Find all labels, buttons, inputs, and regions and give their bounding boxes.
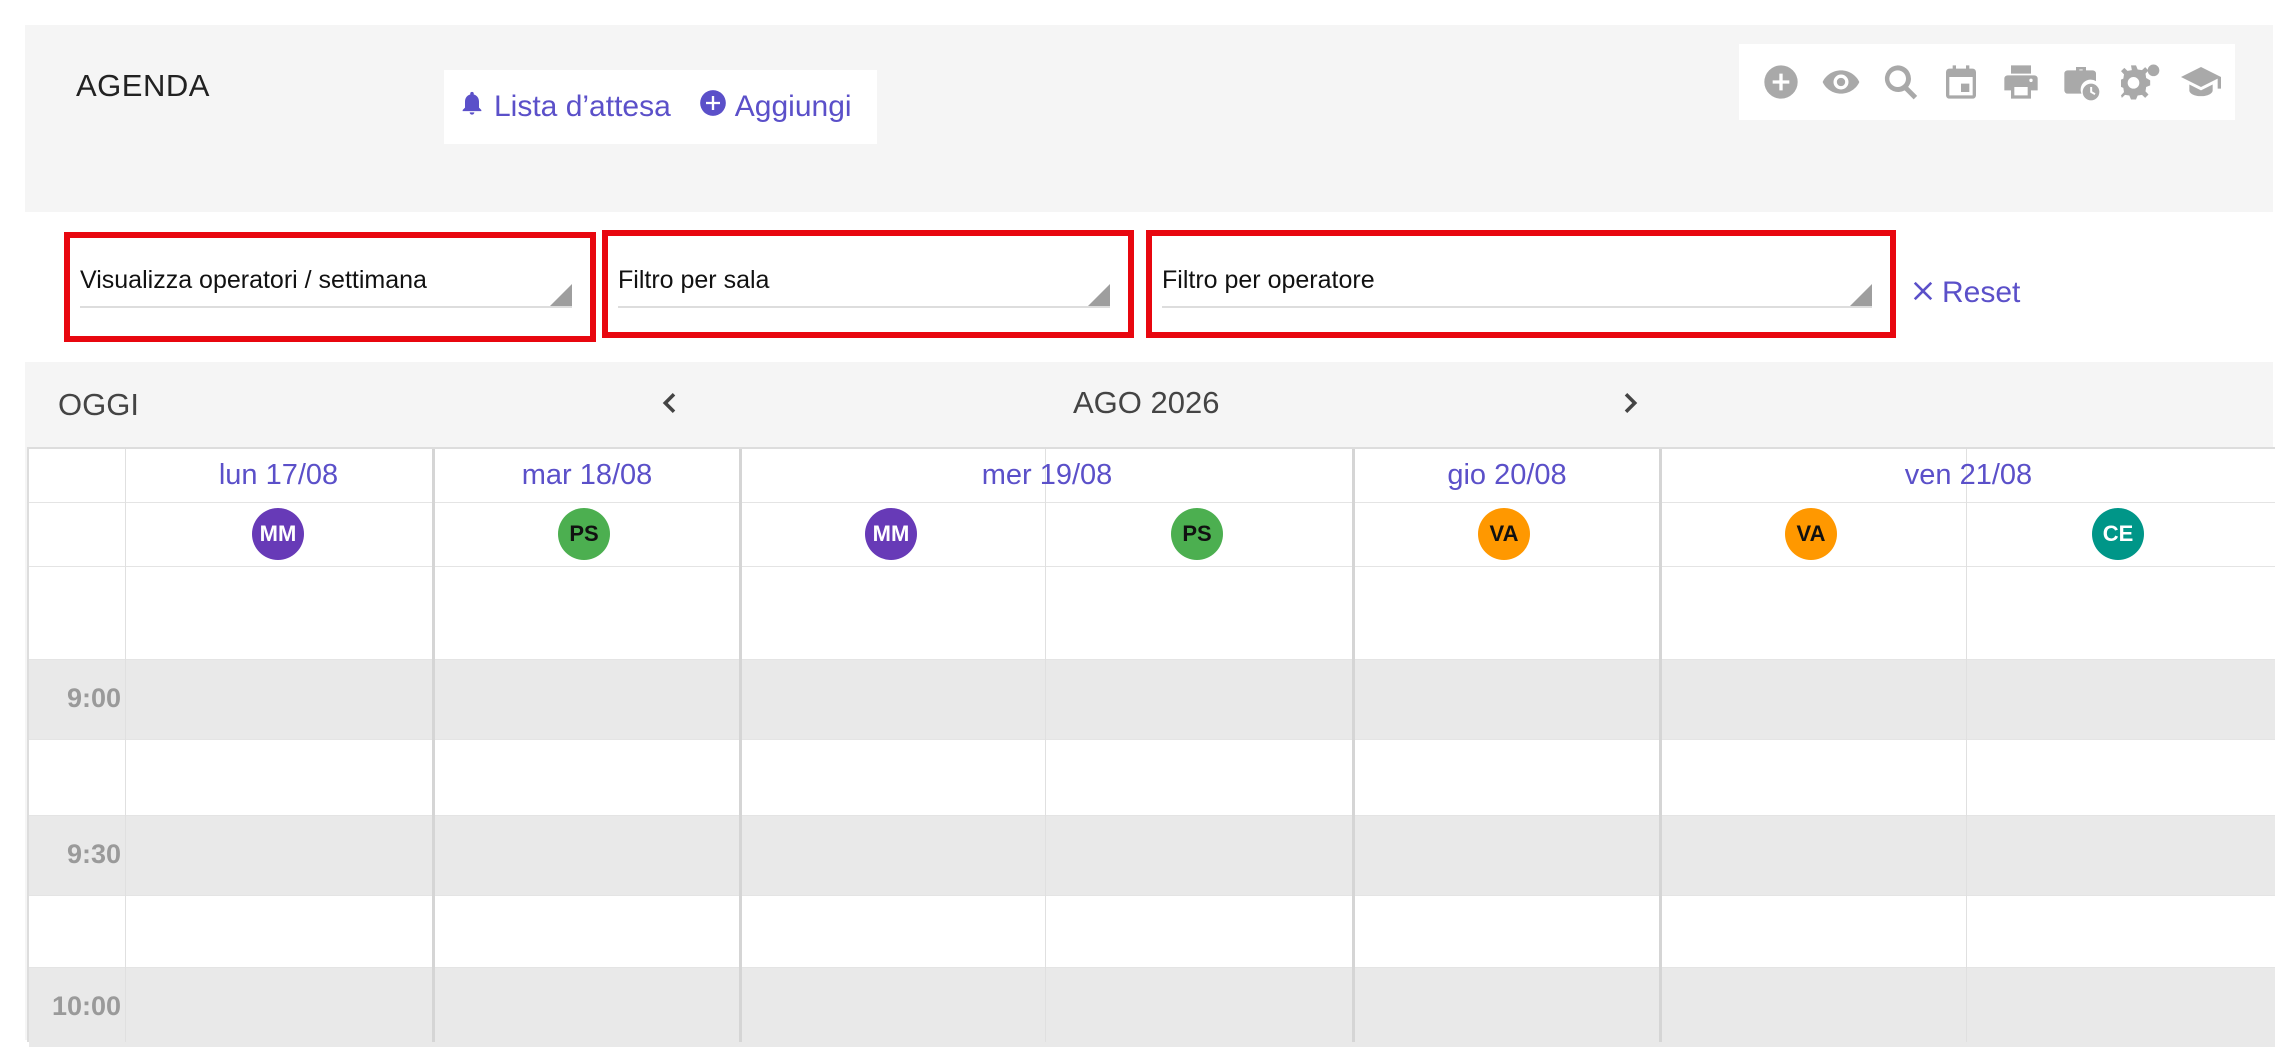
day-header[interactable]: lun 17/08 [125,459,432,492]
grid-line [29,566,2275,567]
dropdown-arrow-icon [1088,284,1110,306]
grid-line [29,967,2275,968]
operator-avatar[interactable]: PS [1171,508,1223,560]
room-filter-select[interactable]: Filtro per sala [618,266,1110,308]
graduation-cap-icon[interactable] [2177,58,2225,106]
calendar-icon[interactable] [1937,58,1985,106]
view-select[interactable]: Visualizza operatori / settimana [80,266,572,308]
time-slot-band [29,967,2275,1047]
day-header[interactable]: mer 19/08 [742,459,1352,492]
day-header[interactable]: mar 18/08 [435,459,739,492]
time-slot-band [29,659,2275,739]
day-separator [1659,449,1662,1042]
reset-label: Reset [1942,276,2021,309]
dropdown-arrow-icon [1850,284,1872,306]
calendar-grid: lun 17/08 mar 18/08 mer 19/08 gio 20/08 … [27,447,2275,1047]
grid-line [29,502,2275,503]
operator-avatar[interactable]: MM [865,508,917,560]
grid-line [1045,449,1046,1042]
day-header[interactable]: gio 20/08 [1355,459,1659,492]
reset-button[interactable]: Reset [1912,276,2020,310]
eye-icon[interactable] [1817,58,1865,106]
page-title: AGENDA [76,68,210,103]
plus-circle-icon [699,89,727,125]
today-button[interactable]: OGGI [58,387,139,423]
dropdown-arrow-icon [550,284,572,306]
briefcase-clock-icon[interactable] [2057,58,2105,106]
grid-line [29,895,2275,896]
grid-line [29,659,2275,660]
room-filter-highlight: Filtro per sala [602,230,1134,338]
month-label: AGO 2026 [1073,385,1220,420]
grid-line [125,449,126,1042]
grid-line [29,815,2275,816]
gears-icon[interactable] [2117,58,2165,106]
add-button[interactable]: Aggiungi [699,89,852,125]
day-separator [1352,449,1355,1042]
time-label: 9:30 [66,839,121,869]
waitlist-button[interactable]: Lista d’attesa [458,89,671,125]
add-circle-icon[interactable] [1757,58,1805,106]
view-select-highlight: Visualizza operatori / settimana [64,232,596,342]
add-label: Aggiungi [734,90,852,123]
time-label: 9:00 [66,683,121,713]
grid-line [1966,449,1967,1042]
day-separator [739,449,742,1042]
quick-actions: Lista d’attesa Aggiungi [444,70,877,144]
time-label: 10:00 [51,991,121,1021]
operator-avatar[interactable]: VA [1478,508,1530,560]
operator-avatar[interactable]: VA [1785,508,1837,560]
chevron-left-icon[interactable] [654,388,684,418]
operator-filter-highlight: Filtro per operatore [1146,230,1896,338]
operator-avatar[interactable]: CE [2092,508,2144,560]
room-filter-value: Filtro per sala [618,266,770,294]
print-icon[interactable] [1997,58,2045,106]
waitlist-label: Lista d’attesa [494,90,671,123]
bell-icon [458,89,486,125]
grid-line [29,739,2275,740]
operator-filter-select[interactable]: Filtro per operatore [1162,266,1872,308]
chevron-right-icon[interactable] [1616,388,1646,418]
day-separator [432,449,435,1042]
operator-avatar[interactable]: MM [252,508,304,560]
search-icon[interactable] [1877,58,1925,106]
operator-filter-value: Filtro per operatore [1162,266,1375,294]
toolbar [1739,44,2235,120]
day-header[interactable]: ven 21/08 [1662,459,2275,492]
view-select-value: Visualizza operatori / settimana [80,266,427,294]
close-icon [1912,276,1934,310]
time-slot-band [29,815,2275,895]
operator-avatar[interactable]: PS [558,508,610,560]
